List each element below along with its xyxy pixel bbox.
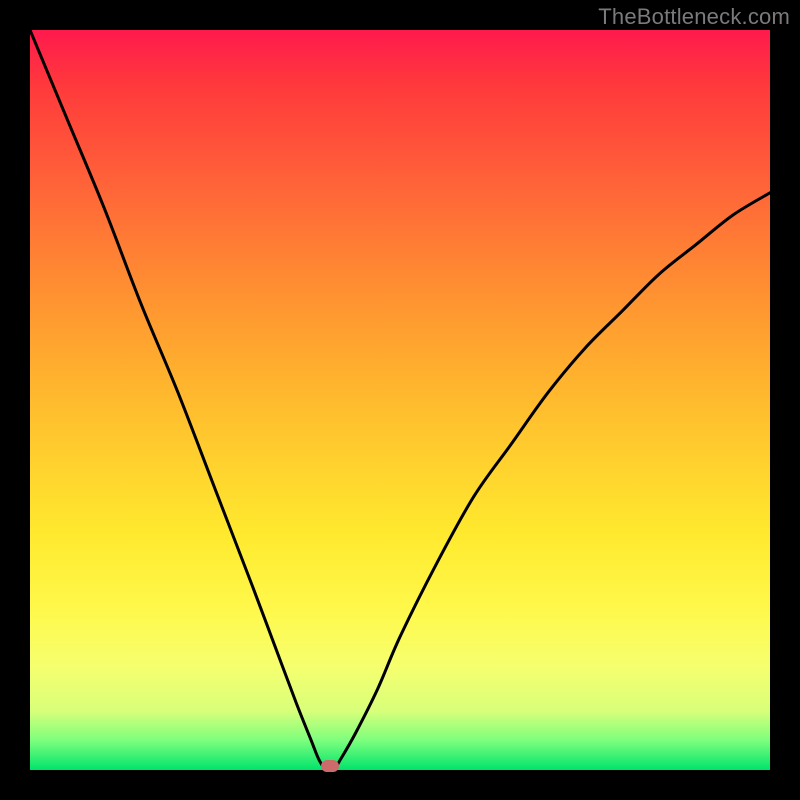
plot-area bbox=[30, 30, 770, 770]
optimal-marker bbox=[321, 760, 339, 772]
watermark-text: TheBottleneck.com bbox=[598, 4, 790, 30]
bottleneck-curve bbox=[30, 30, 770, 770]
outer-frame: TheBottleneck.com bbox=[0, 0, 800, 800]
